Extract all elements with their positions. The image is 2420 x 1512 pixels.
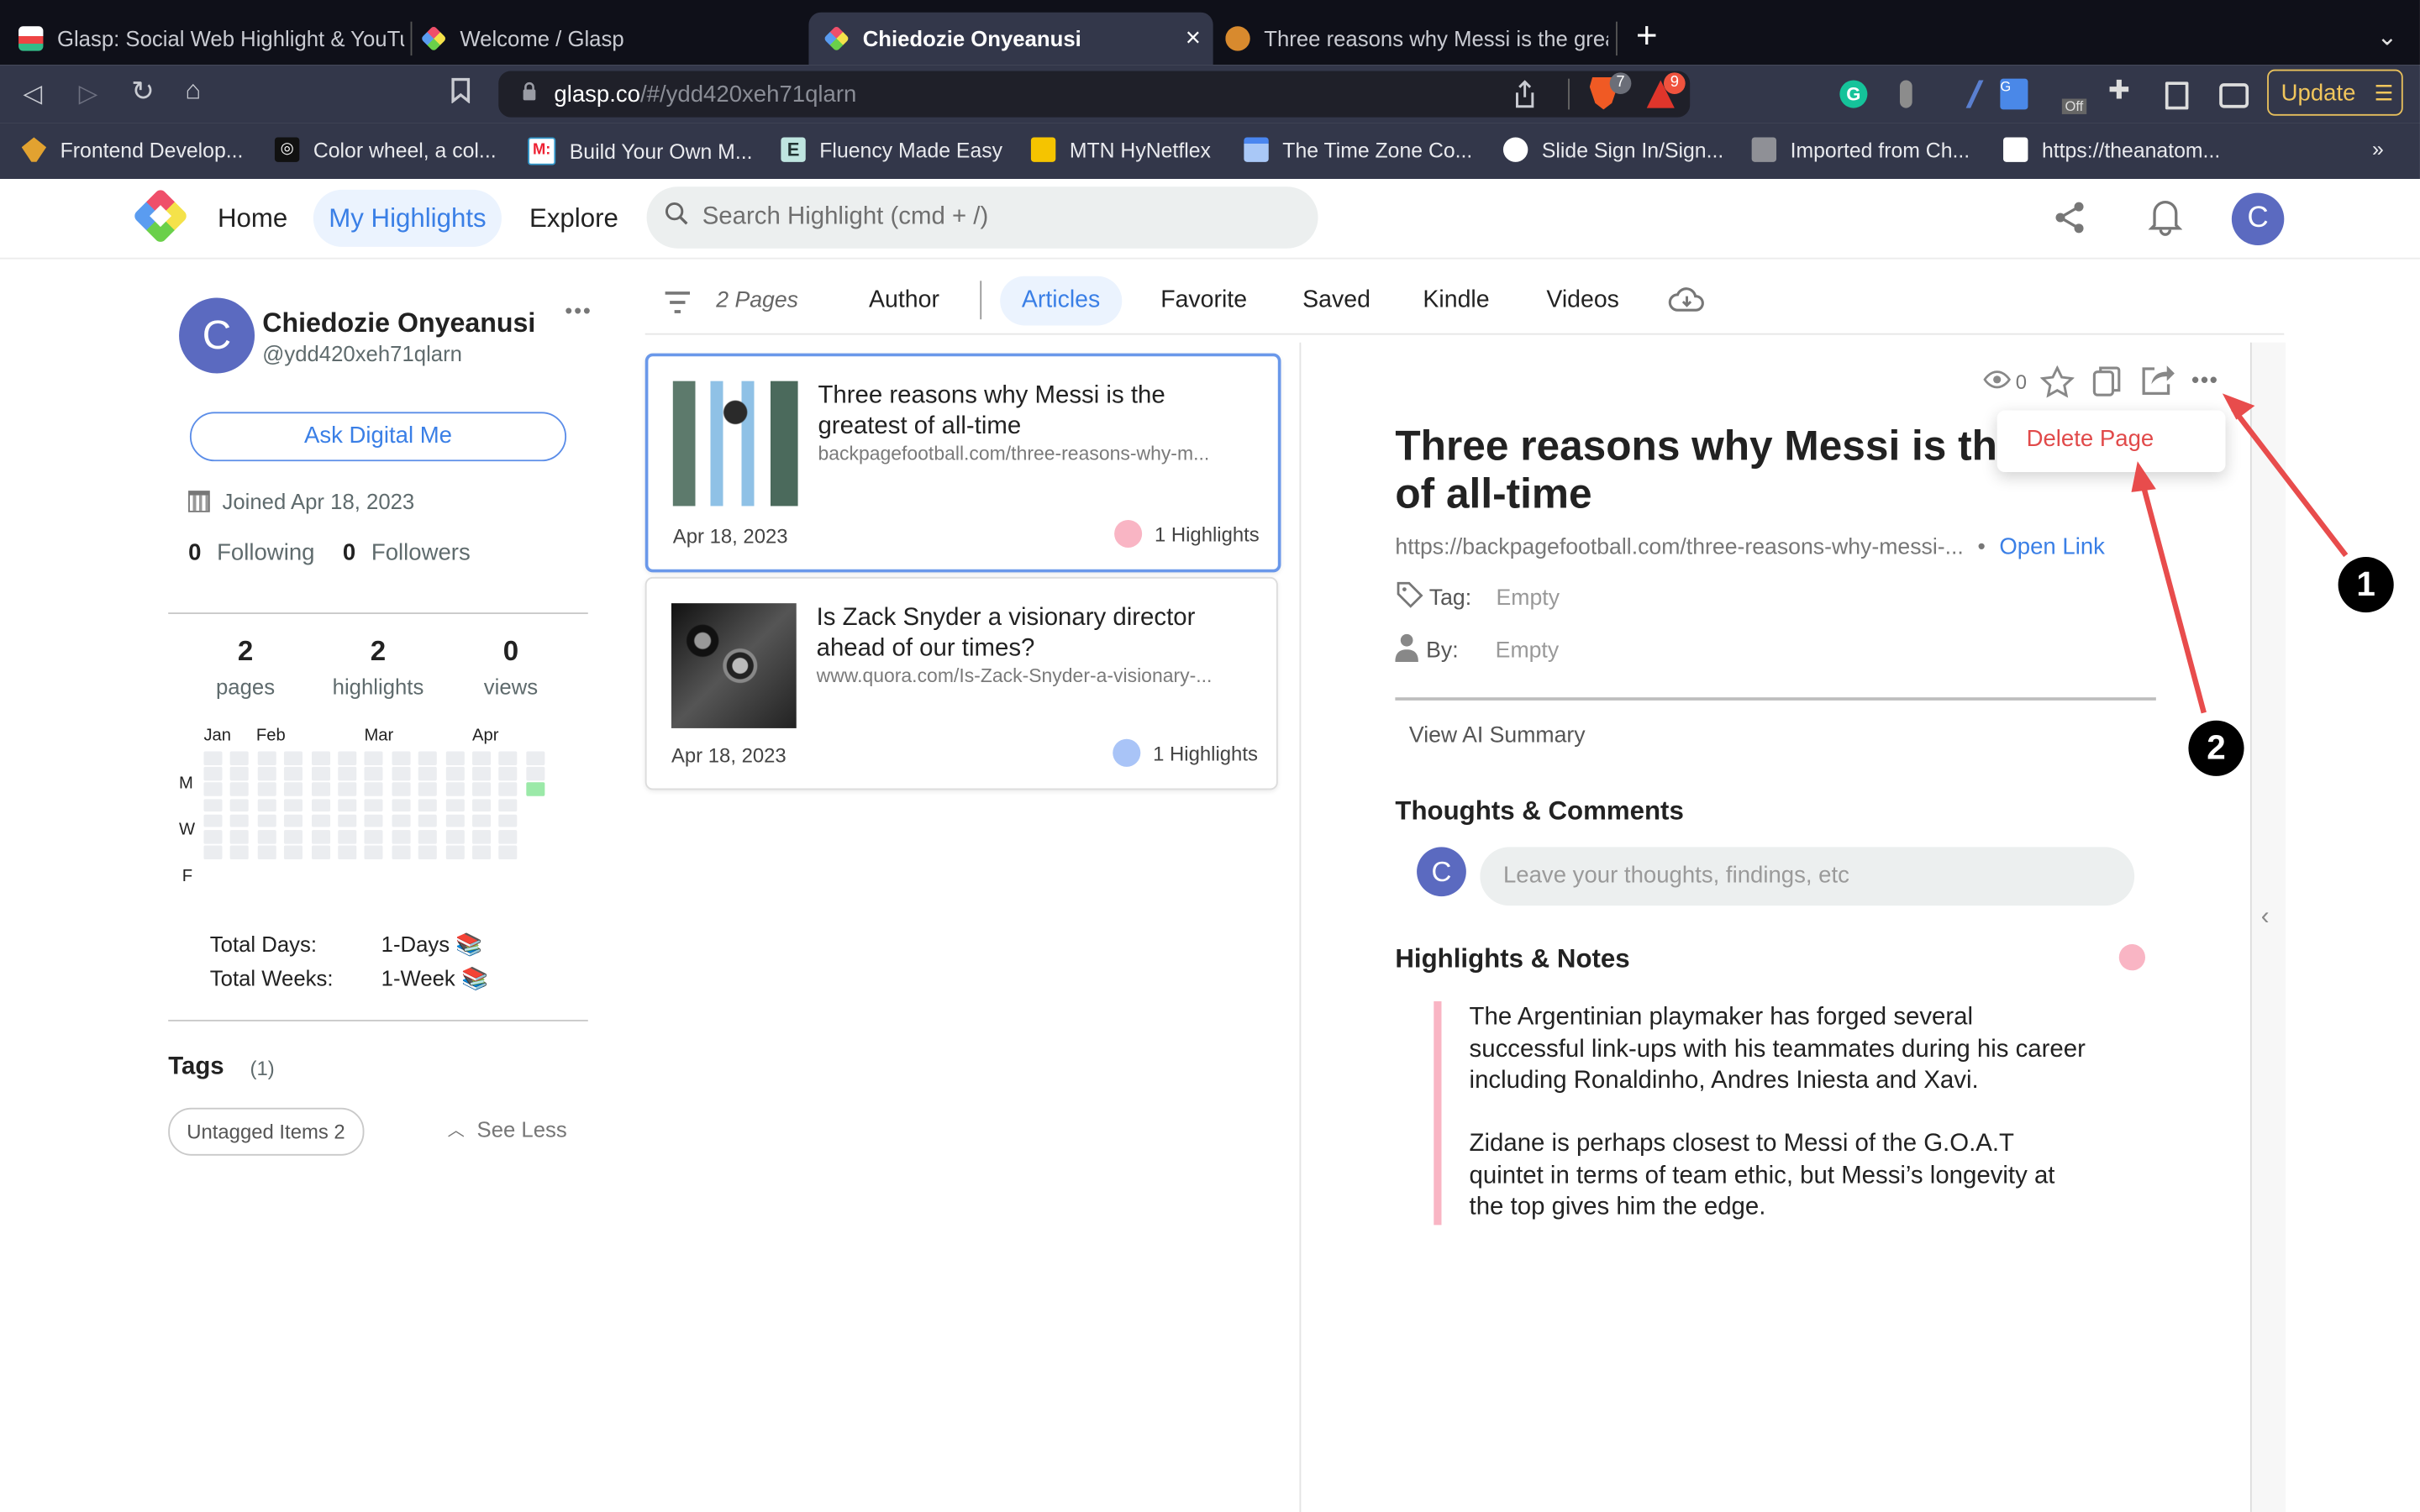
screen: Glasp: Social Web Highlight & YouTu Welc… xyxy=(0,0,2420,1512)
annotation-badge-1: 1 xyxy=(2338,557,2394,613)
annotation-badge-2: 2 xyxy=(2188,720,2244,776)
annotation-arrow-1 xyxy=(2222,393,2349,558)
annotation-arrow-2 xyxy=(2131,461,2207,714)
annotation-arrows xyxy=(2131,393,2349,714)
